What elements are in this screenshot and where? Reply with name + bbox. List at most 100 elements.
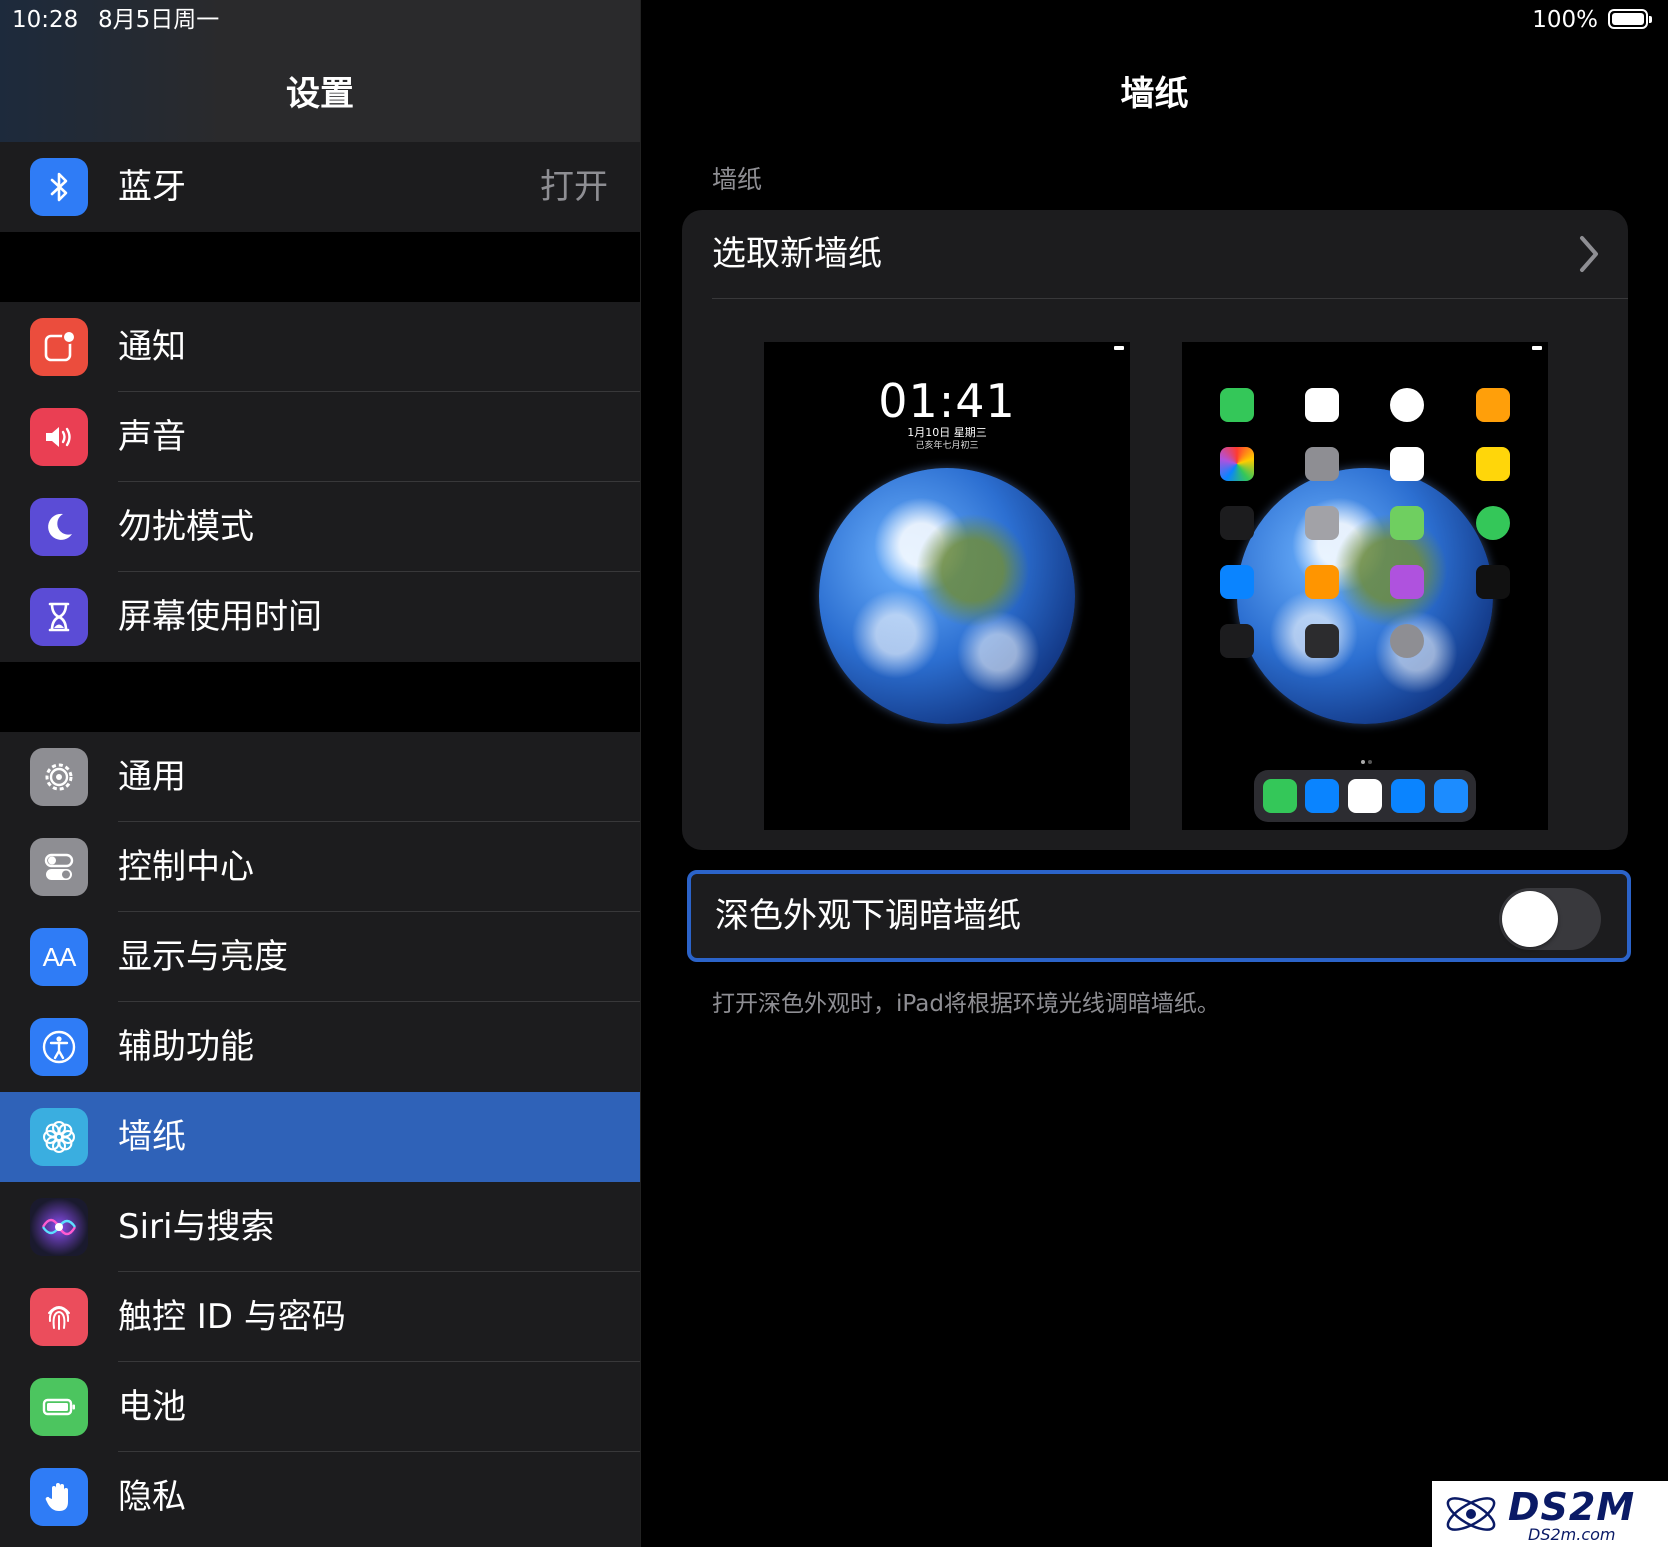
sidebar-item-screen-time[interactable]: 屏幕使用时间	[0, 572, 640, 662]
app-store-app-icon	[1220, 565, 1254, 599]
sidebar-item-notifications[interactable]: 通知	[0, 302, 640, 392]
sidebar-item-label: 通知	[118, 327, 186, 367]
fingerprint-icon	[30, 1288, 88, 1346]
sidebar-item-label: 显示与亮度	[118, 937, 288, 977]
dim-wallpaper-toggle-row[interactable]: 深色外观下调暗墙纸	[687, 870, 1631, 962]
accessibility-icon	[30, 1018, 88, 1076]
dim-wallpaper-switch[interactable]	[1499, 888, 1601, 950]
sidebar-title: 设置	[286, 74, 354, 114]
lock-screen-preview[interactable]: 01:41 1月10日 星期三 己亥年七月初三	[764, 342, 1130, 830]
page-dot	[1368, 760, 1372, 764]
switch-knob	[1502, 891, 1558, 947]
tv-app-icon	[1476, 565, 1510, 599]
mini-battery-icon	[1114, 346, 1124, 350]
watermark-atom-icon	[1446, 1497, 1496, 1531]
moon-icon	[30, 498, 88, 556]
chevron-right-icon	[1580, 236, 1598, 272]
dock	[1254, 770, 1476, 822]
wallpaper-flower-icon	[30, 1108, 88, 1166]
find-my-app-icon	[1476, 506, 1510, 540]
section-header: 墙纸	[712, 165, 763, 194]
safari-app-icon	[1305, 779, 1339, 813]
photos-app-icon	[1220, 447, 1254, 481]
choose-new-wallpaper-label: 选取新墙纸	[712, 234, 882, 274]
sidebar-item-accessibility[interactable]: 辅助功能	[0, 1002, 640, 1092]
contacts-app-icon	[1305, 506, 1339, 540]
speaker-icon	[30, 408, 88, 466]
wallpaper-card: 选取新墙纸 01:41 1月10日 星期三 己亥年七月初三	[682, 210, 1628, 850]
facetime-app-icon	[1220, 388, 1254, 422]
sidebar-item-sounds[interactable]: 声音	[0, 392, 640, 482]
sidebar-item-do-not-disturb[interactable]: 勿扰模式	[0, 482, 640, 572]
camera-app-icon	[1305, 447, 1339, 481]
sidebar-item-label: 辅助功能	[118, 1027, 254, 1067]
lock-screen-time: 01:41	[878, 374, 1016, 428]
mini-battery-icon	[1532, 346, 1542, 350]
sidebar-item-label: 墙纸	[118, 1117, 186, 1157]
sidebar-item-label: 蓝牙	[118, 167, 186, 207]
sidebar-item-privacy[interactable]: 隐私	[0, 1452, 640, 1542]
mail-app-icon	[1391, 779, 1425, 813]
hand-icon	[30, 1468, 88, 1526]
settings-app-icon	[1390, 624, 1424, 658]
measure-app-icon	[1305, 624, 1339, 658]
books-app-icon	[1305, 565, 1339, 599]
siri-icon	[30, 1198, 88, 1256]
sidebar-group-connectivity: 蓝牙 打开	[0, 142, 640, 232]
page-dot	[1361, 760, 1365, 764]
lock-screen-lunar-date: 己亥年七月初三	[915, 441, 979, 451]
sidebar-item-display-brightness[interactable]: AA 显示与亮度	[0, 912, 640, 1002]
stocks-app-icon	[1220, 624, 1254, 658]
row-separator	[712, 298, 1628, 299]
reminders-app-icon	[1390, 447, 1424, 481]
notes-app-icon	[1476, 447, 1510, 481]
files-app-icon	[1434, 779, 1468, 813]
sidebar-group-notifications: 通知 声音 勿扰模式 屏幕使用时间	[0, 302, 640, 662]
sidebar-item-touch-id-passcode[interactable]: 触控 ID 与密码	[0, 1272, 640, 1362]
sidebar-item-label: 控制中心	[118, 847, 254, 887]
status-time: 10:28	[12, 7, 79, 33]
sidebar-item-label: 勿扰模式	[118, 507, 254, 547]
watermark-text: DS2M	[1508, 1485, 1636, 1529]
battery-status-icon	[1608, 9, 1652, 29]
watermark-subtext: DS2m.com	[1528, 1525, 1616, 1544]
detail-title: 墙纸	[1120, 74, 1189, 114]
sidebar-item-siri-search[interactable]: Siri与搜索	[0, 1182, 640, 1272]
sidebar-group-general: 通用 控制中心 AA 显示与亮度 辅助功能 墙纸 Siri与搜索 触控 ID 与…	[0, 732, 640, 1547]
sidebar-item-battery[interactable]: 电池	[0, 1362, 640, 1452]
sidebar-item-label: 电池	[118, 1387, 186, 1427]
earth-wallpaper	[819, 468, 1075, 724]
choose-new-wallpaper-row[interactable]: 选取新墙纸	[682, 210, 1628, 298]
hourglass-icon	[30, 588, 88, 646]
status-battery-percent: 100%	[1532, 7, 1598, 33]
music-app-icon	[1348, 779, 1382, 813]
clock-app-icon	[1390, 388, 1424, 422]
watermark-logo: DS2M DS2m.com	[1432, 1481, 1668, 1547]
sidebar-item-label: 屏幕使用时间	[118, 597, 322, 637]
sidebar-item-label: 触控 ID 与密码	[118, 1297, 346, 1337]
voice-memos-app-icon	[1220, 506, 1254, 540]
sidebar-item-label: 隐私	[118, 1477, 186, 1517]
notifications-icon	[30, 318, 88, 376]
home-screen-preview[interactable]	[1182, 342, 1548, 830]
status-date: 8月5日周一	[98, 7, 220, 33]
dim-wallpaper-footer: 打开深色外观时，iPad将根据环境光线调暗墙纸。	[712, 991, 1220, 1017]
sidebar-item-label: 通用	[118, 757, 186, 797]
home-app-icon	[1476, 388, 1510, 422]
bluetooth-icon	[30, 158, 88, 216]
sidebar-item-wallpaper[interactable]: 墙纸	[0, 1092, 640, 1182]
toggles-icon	[30, 838, 88, 896]
settings-sidebar: 设置 蓝牙 打开 通知 声音 勿扰模式 屏幕使用时间 通用 控制中心 AA 显示…	[0, 0, 641, 1547]
messages-app-icon	[1263, 779, 1297, 813]
sidebar-item-label: Siri与搜索	[118, 1207, 275, 1247]
display-aa-icon: AA	[30, 928, 88, 986]
earth-wallpaper	[1237, 468, 1493, 724]
maps-app-icon	[1390, 506, 1424, 540]
sidebar-item-control-center[interactable]: 控制中心	[0, 822, 640, 912]
sidebar-item-general[interactable]: 通用	[0, 732, 640, 822]
podcasts-app-icon	[1390, 565, 1424, 599]
sidebar-item-bluetooth[interactable]: 蓝牙 打开	[0, 142, 640, 232]
calendar-app-icon	[1305, 388, 1339, 422]
bluetooth-status-value: 打开	[540, 167, 608, 207]
dim-wallpaper-label: 深色外观下调暗墙纸	[715, 896, 1021, 936]
